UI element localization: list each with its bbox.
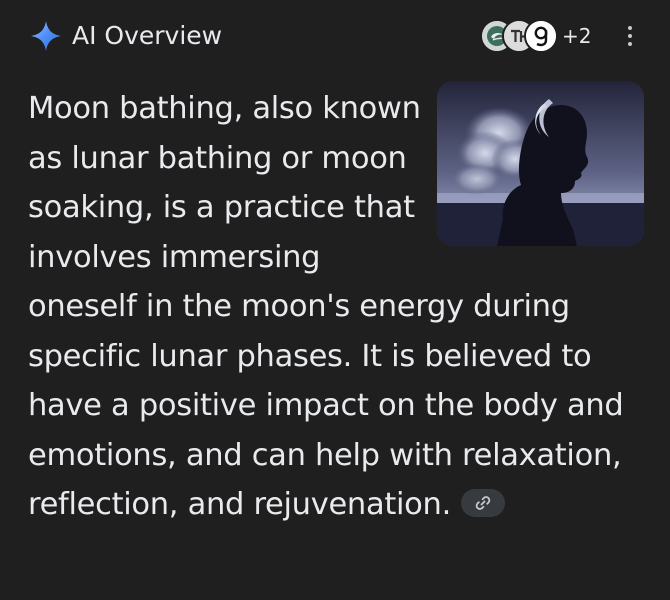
image-float-spacer [430,84,648,280]
more-options-icon[interactable] [618,22,642,50]
overview-text-block: Moon bathing, also known as lunar bathin… [28,84,648,530]
ai-overview-header: AI Overview +2 [24,16,646,56]
source-favicon-icon [524,19,558,53]
link-icon [475,495,491,510]
gemini-sparkle-icon [30,20,62,52]
source-link-button[interactable] [460,488,505,517]
more-sources-count: +2 [562,24,592,48]
ai-overview-title: AI Overview [72,21,223,50]
sources-button[interactable]: +2 [480,19,592,53]
